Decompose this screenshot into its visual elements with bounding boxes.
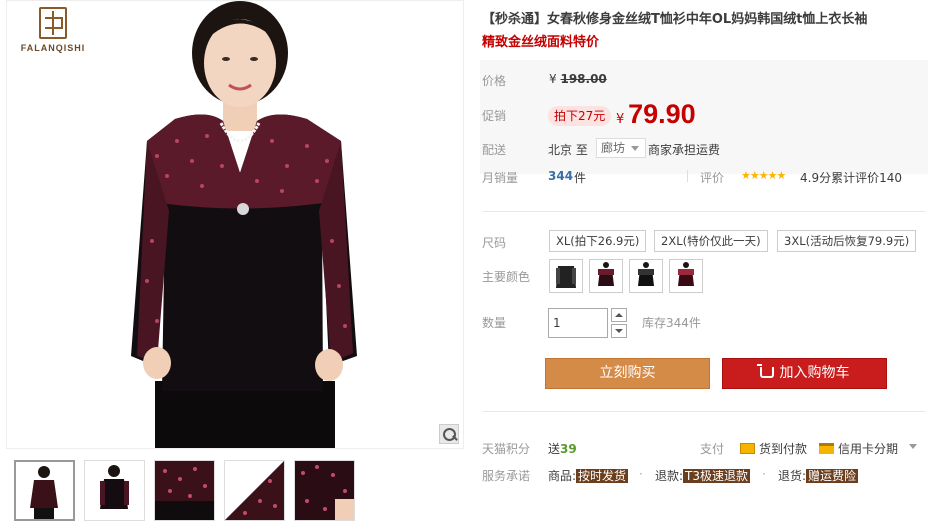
sales-unit: 件: [574, 171, 587, 185]
service-label: 服务承诺: [482, 469, 531, 483]
chevron-down-icon[interactable]: [909, 444, 917, 449]
service-item-return: 退货: 赠运费险: [778, 469, 859, 483]
quantity-label: 数量: [482, 316, 507, 330]
payment-label: 支付: [700, 442, 725, 456]
sales-count: 344: [548, 169, 574, 183]
thumbnail-strip: [14, 460, 355, 521]
color-swatch-1[interactable]: [549, 259, 583, 293]
quantity-input[interactable]: 1: [548, 308, 608, 338]
divider: [687, 170, 688, 182]
thumbnail-3[interactable]: [154, 460, 215, 521]
shipping-fee: 商家承担运费: [648, 143, 721, 157]
shipping-label: 配送: [482, 143, 507, 157]
color-label: 主要颜色: [482, 270, 531, 284]
brand-mark-icon: [39, 7, 67, 39]
product-subtitle: 精致金丝绒面料特价: [482, 35, 600, 50]
thumbnail-5[interactable]: [294, 460, 355, 521]
rating-summary-link[interactable]: 4.9分累计评价140: [800, 169, 902, 186]
stock-count: 库存344件: [642, 316, 701, 330]
cart-icon: [756, 364, 774, 378]
service-item-refund: 退款: T3极速退款: [655, 469, 751, 483]
payment-card: 信用卡分期: [819, 440, 898, 457]
promo-tag: 拍下27元: [548, 106, 612, 126]
buy-now-button[interactable]: 立刻购买: [545, 358, 710, 389]
thumbnail-4[interactable]: [224, 460, 285, 521]
color-swatch-4[interactable]: [669, 259, 703, 293]
points-label: 天猫积分: [482, 442, 531, 456]
separator: ·: [639, 467, 643, 481]
original-price: ¥ 198.00: [549, 72, 607, 86]
price-label: 价格: [482, 74, 507, 88]
add-to-cart-button[interactable]: 加入购物车: [722, 358, 887, 389]
size-option-3xl[interactable]: 3XL(活动后恢复79.9元): [777, 230, 917, 252]
promo-label: 促销: [482, 109, 507, 123]
model-illustration: [7, 1, 463, 448]
credit-card-icon: [819, 443, 834, 454]
product-title: 【秒杀通】女春秋修身金丝绒T恤衫中年OL妈妈韩国绒t恤上衣长袖: [482, 12, 868, 27]
brand-name: FALANQISHI: [20, 43, 86, 53]
cod-icon: [740, 443, 755, 454]
rating-label: 评价: [700, 171, 725, 185]
zoom-icon[interactable]: [439, 424, 459, 444]
quantity-decrease-button[interactable]: [611, 324, 627, 338]
rating-stars-icon: ★★★★★: [741, 169, 786, 182]
quantity-increase-button[interactable]: [611, 308, 627, 322]
divider: [482, 411, 926, 412]
service-item-shipping: 商品: 按时发货: [548, 469, 629, 483]
product-gallery: FALANQISHI: [6, 0, 464, 527]
thumbnail-2[interactable]: [84, 460, 145, 521]
main-product-image[interactable]: FALANQISHI: [6, 0, 464, 449]
size-label: 尺码: [482, 236, 507, 250]
size-option-2xl[interactable]: 2XL(特价仅此一天): [654, 230, 768, 252]
ship-from: 北京 至: [548, 143, 588, 157]
payment-cod: 货到付款: [740, 440, 807, 457]
color-swatch-2[interactable]: [589, 259, 623, 293]
points-value: 送39: [548, 442, 577, 456]
divider: [482, 211, 926, 212]
separator: ·: [762, 467, 766, 481]
thumbnail-1[interactable]: [14, 460, 75, 521]
brand-logo: FALANQISHI: [13, 7, 93, 53]
ship-district-select[interactable]: 廊坊: [596, 138, 647, 158]
size-option-xl[interactable]: XL(拍下26.9元): [549, 230, 647, 252]
promo-price: ¥ 79.90: [616, 99, 696, 129]
sales-label: 月销量: [482, 171, 519, 185]
color-swatch-3[interactable]: [629, 259, 663, 293]
